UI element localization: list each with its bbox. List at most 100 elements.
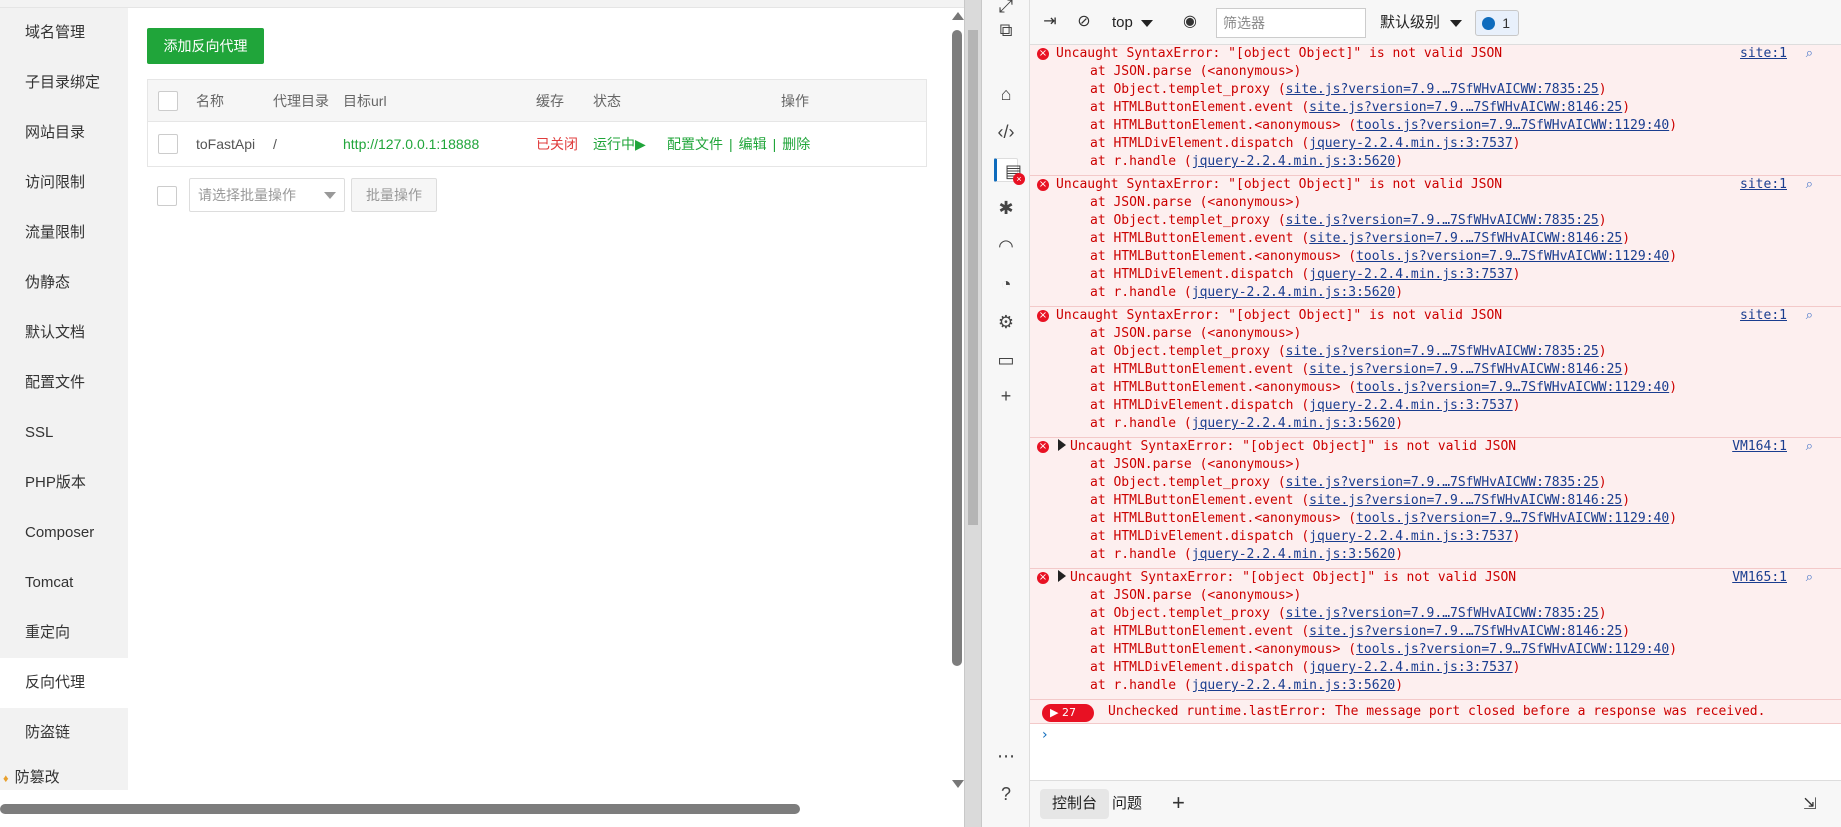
config-file-link[interactable]: 配置文件 bbox=[667, 136, 723, 152]
sidebar-item[interactable]: Tomcat bbox=[0, 558, 128, 608]
source-location-link[interactable]: site:1 bbox=[1740, 307, 1787, 325]
row-cache-status[interactable]: 已关闭 bbox=[536, 122, 578, 166]
add-tab-plus-icon[interactable]: + bbox=[1172, 789, 1185, 817]
console-icon[interactable]: ▤ × bbox=[994, 158, 1025, 185]
stack-frame-link[interactable]: tools.js?version=7.9…7SfWHvAICWW:1129:40 bbox=[1356, 118, 1669, 133]
sidebar-item[interactable]: Composer bbox=[0, 508, 128, 558]
stack-frame-link[interactable]: tools.js?version=7.9…7SfWHvAICWW:1129:40 bbox=[1356, 249, 1669, 264]
batch-select-checkbox[interactable] bbox=[157, 186, 177, 206]
performance-gauge-icon[interactable]: ◔ bbox=[994, 272, 1018, 296]
source-location-link[interactable]: VM165:1 bbox=[1732, 569, 1787, 587]
elements-code-icon[interactable]: ‹/› bbox=[994, 120, 1018, 144]
application-window-icon[interactable]: ▭ bbox=[994, 348, 1018, 372]
network-wifi-icon[interactable]: ◠ bbox=[994, 234, 1018, 258]
stack-frame-link[interactable]: jquery-2.2.4.min.js:3:5620 bbox=[1192, 547, 1396, 562]
search-icon[interactable]: ⌕ bbox=[1806, 438, 1813, 456]
search-icon[interactable]: ⌕ bbox=[1806, 307, 1813, 325]
expand-triangle-icon[interactable] bbox=[1058, 570, 1066, 582]
console-error-message[interactable]: × Uncaught SyntaxError: "[object Object]"… bbox=[1030, 438, 1841, 569]
live-expression-eye-icon[interactable]: ◉ bbox=[1180, 12, 1200, 32]
stack-frame-link[interactable]: jquery-2.2.4.min.js:3:7537 bbox=[1309, 267, 1513, 282]
console-error-message[interactable]: × Uncaught SyntaxError: "[object Object]"… bbox=[1030, 569, 1841, 700]
console-error-message[interactable]: × Uncaught SyntaxError: "[object Object]"… bbox=[1030, 307, 1841, 438]
sidebar-toggle-icon[interactable]: ⇥ bbox=[1040, 12, 1060, 32]
context-selector[interactable]: top bbox=[1112, 10, 1153, 36]
search-icon[interactable]: ⌕ bbox=[1806, 45, 1813, 63]
more-tools-plus-icon[interactable]: + bbox=[994, 384, 1018, 408]
expand-triangle-icon[interactable] bbox=[1058, 439, 1066, 451]
sidebar-item[interactable]: 配置文件 bbox=[0, 358, 128, 408]
runtime-error-message[interactable]: ▶ 27 Unchecked runtime.lastError: The mes… bbox=[1030, 700, 1841, 724]
stack-frame-link[interactable]: jquery-2.2.4.min.js:3:5620 bbox=[1192, 678, 1396, 693]
filter-input[interactable]: 筛选器 bbox=[1216, 8, 1366, 38]
log-level-selector[interactable]: 默认级别 bbox=[1380, 10, 1463, 36]
sidebar-item[interactable]: ♦ 防篡改 bbox=[0, 758, 128, 790]
stack-frame-link[interactable]: site.js?version=7.9.…7SfWHvAICWW:8146:25 bbox=[1309, 362, 1622, 377]
add-reverse-proxy-button[interactable]: 添加反向代理 bbox=[147, 28, 264, 64]
batch-operation-select[interactable]: 请选择批量操作 bbox=[189, 178, 345, 212]
welcome-home-icon[interactable]: ⌂ bbox=[994, 82, 1018, 106]
scroll-down-arrow-icon[interactable] bbox=[952, 780, 964, 788]
row-checkbox[interactable] bbox=[158, 134, 178, 154]
console-error-message[interactable]: × Uncaught SyntaxError: "[object Object]"… bbox=[1030, 176, 1841, 307]
stack-frame-link[interactable]: tools.js?version=7.9…7SfWHvAICWW:1129:40 bbox=[1356, 380, 1669, 395]
horizontal-scroll-thumb[interactable] bbox=[0, 804, 800, 814]
stack-frame-link[interactable]: jquery-2.2.4.min.js:3:7537 bbox=[1309, 529, 1513, 544]
stack-frame-link[interactable]: jquery-2.2.4.min.js:3:5620 bbox=[1192, 416, 1396, 431]
sidebar-item[interactable]: PHP版本 bbox=[0, 458, 128, 508]
device-emulation-icon[interactable]: ⧉ bbox=[994, 18, 1018, 42]
sidebar-item[interactable]: SSL bbox=[0, 408, 128, 458]
stack-frame-link[interactable]: site.js?version=7.9.…7SfWHvAICWW:7835:25 bbox=[1286, 213, 1599, 228]
stack-frame-link[interactable]: site.js?version=7.9.…7SfWHvAICWW:7835:25 bbox=[1286, 82, 1599, 97]
sidebar-item[interactable]: 子目录绑定 bbox=[0, 58, 128, 108]
sidebar-item[interactable]: 流量限制 bbox=[0, 208, 128, 258]
delete-link[interactable]: 删除 bbox=[782, 136, 810, 152]
search-icon[interactable]: ⌕ bbox=[1806, 569, 1813, 587]
sources-bug-icon[interactable]: ✱ bbox=[994, 196, 1018, 220]
source-location-link[interactable]: site:1 bbox=[1740, 176, 1787, 194]
stack-frame-link[interactable]: site.js?version=7.9.…7SfWHvAICWW:8146:25 bbox=[1309, 100, 1622, 115]
console-error-message[interactable]: × Uncaught SyntaxError: "[object Object]"… bbox=[1030, 45, 1841, 176]
stack-frame-link[interactable]: site.js?version=7.9.…7SfWHvAICWW:7835:25 bbox=[1286, 475, 1599, 490]
stack-frame-link[interactable]: jquery-2.2.4.min.js:3:7537 bbox=[1309, 136, 1513, 151]
stack-frame-link[interactable]: site.js?version=7.9.…7SfWHvAICWW:8146:25 bbox=[1309, 231, 1622, 246]
row-run-status[interactable]: 运行中▶ bbox=[593, 122, 646, 166]
vertical-scroll-thumb[interactable] bbox=[952, 30, 962, 666]
console-prompt[interactable]: › bbox=[1030, 724, 1841, 746]
inspect-icon[interactable]: ⤢ bbox=[994, 0, 1018, 18]
sidebar-item[interactable]: 伪静态 bbox=[0, 258, 128, 308]
stack-frame-link[interactable]: jquery-2.2.4.min.js:3:7537 bbox=[1309, 660, 1513, 675]
more-options-icon[interactable]: ⋯ bbox=[994, 744, 1018, 768]
source-location-link[interactable]: site:1 bbox=[1740, 45, 1787, 63]
sidebar-item[interactable]: 重定向 bbox=[0, 608, 128, 658]
repeat-count-badge[interactable]: ▶ 27 bbox=[1042, 704, 1094, 722]
horizontal-scrollbar[interactable] bbox=[0, 800, 980, 816]
stack-frame-link[interactable]: tools.js?version=7.9…7SfWHvAICWW:1129:40 bbox=[1356, 511, 1669, 526]
sidebar-item[interactable]: 网站目录 bbox=[0, 108, 128, 158]
stack-frame-link[interactable]: jquery-2.2.4.min.js:3:5620 bbox=[1192, 154, 1396, 169]
dock-drawer-icon[interactable]: ⇲ bbox=[1800, 795, 1820, 815]
stack-frame-link[interactable]: site.js?version=7.9.…7SfWHvAICWW:7835:25 bbox=[1286, 606, 1599, 621]
batch-operation-button[interactable]: 批量操作 bbox=[351, 178, 437, 212]
clear-console-icon[interactable]: ⊘ bbox=[1074, 12, 1094, 32]
stack-frame-link[interactable]: site.js?version=7.9.…7SfWHvAICWW:8146:25 bbox=[1309, 493, 1622, 508]
message-count-badge[interactable]: 1 bbox=[1475, 10, 1519, 36]
sidebar-item[interactable]: 默认文档 bbox=[0, 308, 128, 358]
stack-frame-link[interactable]: jquery-2.2.4.min.js:3:5620 bbox=[1192, 285, 1396, 300]
source-location-link[interactable]: VM164:1 bbox=[1732, 438, 1787, 456]
sidebar-item[interactable]: 访问限制 bbox=[0, 158, 128, 208]
help-icon[interactable]: ? bbox=[994, 782, 1018, 806]
sidebar-item[interactable]: 反向代理 bbox=[0, 658, 128, 708]
memory-chip-icon[interactable]: ⚙ bbox=[994, 310, 1018, 334]
select-all-checkbox[interactable] bbox=[158, 91, 178, 111]
stack-frame-link[interactable]: jquery-2.2.4.min.js:3:7537 bbox=[1309, 398, 1513, 413]
stack-frame-link[interactable]: site.js?version=7.9.…7SfWHvAICWW:7835:25 bbox=[1286, 344, 1599, 359]
sidebar-item[interactable]: 防盗链 bbox=[0, 708, 128, 758]
sidebar-item[interactable]: 域名管理 bbox=[0, 8, 128, 58]
panel-splitter[interactable] bbox=[964, 0, 982, 827]
search-icon[interactable]: ⌕ bbox=[1806, 176, 1813, 194]
tab-console[interactable]: 控制台 bbox=[1040, 789, 1110, 819]
tab-issues[interactable]: 问题 bbox=[1100, 789, 1154, 819]
edit-link[interactable]: 编辑 bbox=[739, 136, 767, 152]
scroll-up-arrow-icon[interactable] bbox=[952, 12, 964, 20]
